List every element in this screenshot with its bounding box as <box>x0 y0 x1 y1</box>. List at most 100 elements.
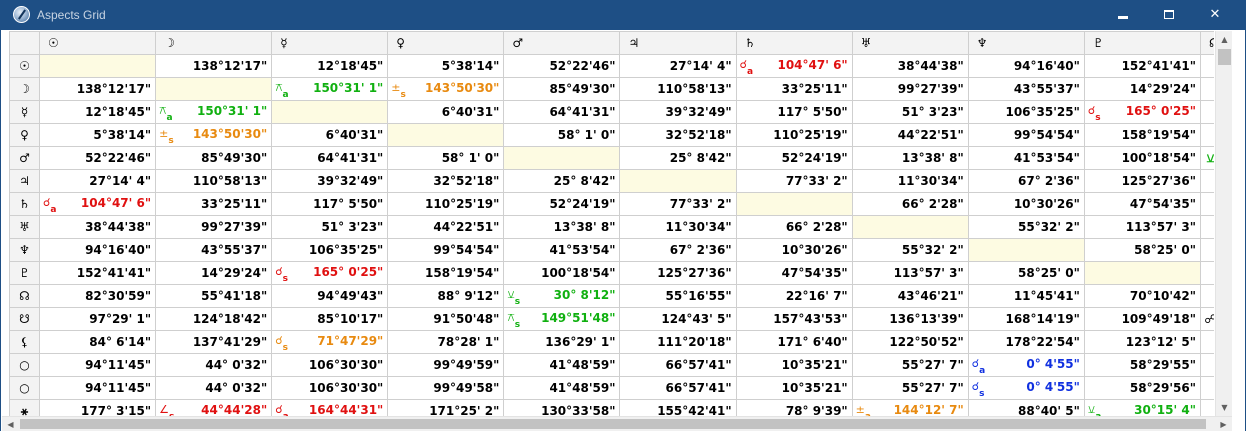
aspect-cell[interactable]: ⚻a 150°31' 1" <box>155 100 273 124</box>
angle-cell[interactable]: 125°27'36" <box>619 261 737 285</box>
angle-cell[interactable]: 99°49'59" <box>387 353 505 377</box>
angle-cell[interactable]: 168°14'19" <box>967 307 1085 331</box>
angle-cell[interactable]: 55°41'18" <box>155 284 273 308</box>
angle-cell[interactable]: 110°25'19" <box>735 123 853 147</box>
angle-cell[interactable]: 58°25' 0" <box>967 261 1085 285</box>
angle-cell[interactable]: 64°41'31" <box>271 146 389 170</box>
angle-cell[interactable]: 138°12'17" <box>155 54 273 78</box>
angle-cell[interactable]: 137°41'29" <box>155 330 273 354</box>
angle-cell[interactable]: 32°52'18" <box>619 123 737 147</box>
diagonal-cell[interactable] <box>271 100 389 124</box>
angle-cell[interactable]: 10°35'21" <box>735 376 853 400</box>
angle-cell[interactable]: 152°41'41" <box>39 261 157 285</box>
angle-cell[interactable]: 82°30'59" <box>39 284 157 308</box>
angle-cell[interactable]: 136°13'39" <box>851 307 969 331</box>
vertical-scroll-thumb[interactable] <box>1218 49 1231 65</box>
angle-cell[interactable]: 124°43' 5" <box>619 307 737 331</box>
aspect-cell[interactable]: ☌a 164°44'31" <box>271 399 389 416</box>
diagonal-cell[interactable] <box>967 238 1085 262</box>
angle-cell[interactable]: 22°16' 7" <box>735 284 853 308</box>
angle-cell[interactable]: 136°29' 1" <box>503 330 621 354</box>
angle-cell[interactable]: 55°27' 7" <box>851 353 969 377</box>
aspect-cell[interactable]: ☌s 0° 4'55" <box>967 376 1085 400</box>
angle-cell[interactable]: 113°57' 3" <box>851 261 969 285</box>
angle-cell[interactable]: 44° 0'32" <box>155 376 273 400</box>
diagonal-cell[interactable] <box>387 123 505 147</box>
angle-cell[interactable]: 111°20'18" <box>619 330 737 354</box>
angle-cell[interactable]: 99°27'39" <box>851 77 969 101</box>
diagonal-cell[interactable] <box>735 192 853 216</box>
angle-cell[interactable]: 10°30'26" <box>735 238 853 262</box>
angle-cell[interactable]: 27°14' 4" <box>619 54 737 78</box>
angle-cell[interactable]: 39°32'49" <box>271 169 389 193</box>
aspect-cell[interactable]: ±s 143°50'30" <box>387 77 505 101</box>
angle-cell[interactable]: 106°30'30" <box>271 353 389 377</box>
angle-cell[interactable]: 51° 3'23" <box>851 100 969 124</box>
horizontal-scroll-thumb[interactable] <box>20 419 1206 429</box>
angle-cell[interactable]: 43°55'37" <box>155 238 273 262</box>
angle-cell[interactable]: 106°35'25" <box>967 100 1085 124</box>
angle-cell[interactable]: 125°27'36" <box>1083 169 1201 193</box>
angle-cell[interactable]: 99°27'39" <box>155 215 273 239</box>
angle-cell[interactable]: 67° 2'36" <box>967 169 1085 193</box>
angle-cell[interactable]: 178°22'54" <box>967 330 1085 354</box>
angle-cell[interactable]: 85°49'30" <box>503 77 621 101</box>
angle-cell[interactable]: 66° 2'28" <box>735 215 853 239</box>
angle-cell[interactable]: 47°54'35" <box>735 261 853 285</box>
angle-cell[interactable]: 106°30'30" <box>271 376 389 400</box>
angle-cell[interactable]: 70°10'42" <box>1083 284 1201 308</box>
angle-cell[interactable]: 106°35'25" <box>271 238 389 262</box>
angle-cell[interactable]: 94°11'45" <box>39 353 157 377</box>
aspect-cell[interactable]: ☌a 0° 4'55" <box>967 353 1085 377</box>
diagonal-cell[interactable] <box>851 215 969 239</box>
angle-cell[interactable]: 100°18'54" <box>1083 146 1201 170</box>
angle-cell[interactable]: 55°32' 2" <box>967 215 1085 239</box>
angle-cell[interactable]: 94°16'40" <box>967 54 1085 78</box>
angle-cell[interactable]: 138°12'17" <box>39 77 157 101</box>
aspect-cell[interactable]: ☌a 104°47' 6" <box>39 192 157 216</box>
angle-cell[interactable]: 155°42'41" <box>619 399 737 416</box>
angle-cell[interactable]: 25° 8'42" <box>503 169 621 193</box>
angle-cell[interactable]: 110°58'13" <box>155 169 273 193</box>
angle-cell[interactable]: 177° 3'15" <box>39 399 157 416</box>
scroll-left-arrow-icon[interactable]: ◀ <box>2 417 19 431</box>
angle-cell[interactable]: 94°11'45" <box>39 376 157 400</box>
angle-cell[interactable]: 33°25'11" <box>735 77 853 101</box>
angle-cell[interactable]: 130°33'58" <box>503 399 621 416</box>
angle-cell[interactable]: 11°30'34" <box>619 215 737 239</box>
aspects-grid[interactable]: ☉☽☿♀♂♃♄♅♆♇☊ ☉138°12'17"12°18'45"5°38'14"… <box>9 31 1214 416</box>
angle-cell[interactable]: 99°49'58" <box>387 376 505 400</box>
angle-cell[interactable]: 58°29'55" <box>1083 353 1201 377</box>
diagonal-cell[interactable] <box>503 146 621 170</box>
angle-cell[interactable]: 11°30'34" <box>851 169 969 193</box>
angle-cell[interactable]: 10°30'26" <box>967 192 1085 216</box>
diagonal-cell[interactable] <box>39 54 157 78</box>
scroll-down-arrow-icon[interactable]: ▼ <box>1216 399 1233 416</box>
angle-cell[interactable]: 157°43'53" <box>735 307 853 331</box>
angle-cell[interactable]: 77°33' 2" <box>735 169 853 193</box>
angle-cell[interactable]: 41°53'54" <box>503 238 621 262</box>
angle-cell[interactable]: 171° 6'40" <box>735 330 853 354</box>
angle-cell[interactable]: 13°38' 8" <box>503 215 621 239</box>
scroll-right-arrow-icon[interactable]: ▶ <box>1215 417 1232 431</box>
close-button[interactable]: ✕ <box>1192 0 1238 30</box>
angle-cell[interactable]: 10°35'21" <box>735 353 853 377</box>
angle-cell[interactable]: 38°44'38" <box>851 54 969 78</box>
angle-cell[interactable]: 109°49'18" <box>1083 307 1201 331</box>
angle-cell[interactable]: 41°53'54" <box>967 146 1085 170</box>
angle-cell[interactable]: 12°18'45" <box>39 100 157 124</box>
angle-cell[interactable]: 44°22'51" <box>387 215 505 239</box>
angle-cell[interactable]: 5°38'14" <box>39 123 157 147</box>
angle-cell[interactable]: 52°22'46" <box>503 54 621 78</box>
angle-cell[interactable]: 41°48'59" <box>503 353 621 377</box>
aspect-cell[interactable]: ☌s 165° 0'25" <box>1083 100 1201 124</box>
angle-cell[interactable]: 123°12' 5" <box>1083 330 1201 354</box>
angle-cell[interactable]: 152°41'41" <box>1083 54 1201 78</box>
angle-cell[interactable]: 6°40'31" <box>387 100 505 124</box>
angle-cell[interactable]: 55°27' 7" <box>851 376 969 400</box>
angle-cell[interactable]: 110°58'13" <box>619 77 737 101</box>
angle-cell[interactable]: 117° 5'50" <box>271 192 389 216</box>
angle-cell[interactable]: 66°57'41" <box>619 376 737 400</box>
angle-cell[interactable]: 58°25' 0" <box>1083 238 1201 262</box>
angle-cell[interactable]: 14°29'24" <box>1083 77 1201 101</box>
